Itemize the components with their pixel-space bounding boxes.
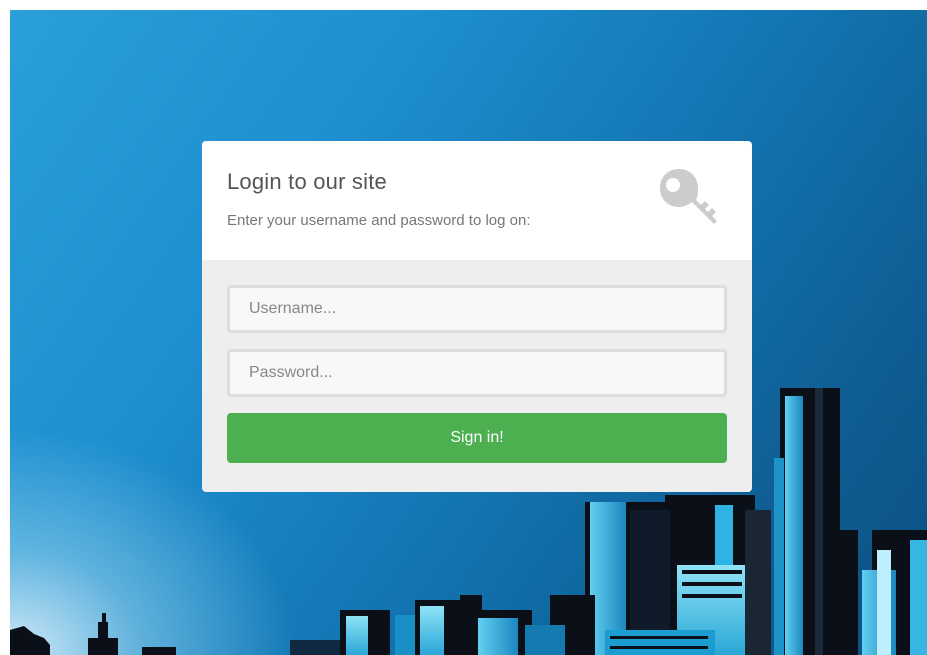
key-icon <box>660 169 717 224</box>
login-card-header: Login to our site Enter your username an… <box>202 141 752 260</box>
page-title: Login to our site <box>227 169 387 194</box>
sign-in-button[interactable]: Sign in! <box>227 413 727 463</box>
login-form: Sign in! <box>202 260 752 492</box>
login-card: Login to our site Enter your username an… <box>202 141 752 492</box>
login-instructions: Enter your username and password to log … <box>227 212 531 229</box>
username-input[interactable] <box>227 285 727 333</box>
password-input[interactable] <box>227 349 727 397</box>
